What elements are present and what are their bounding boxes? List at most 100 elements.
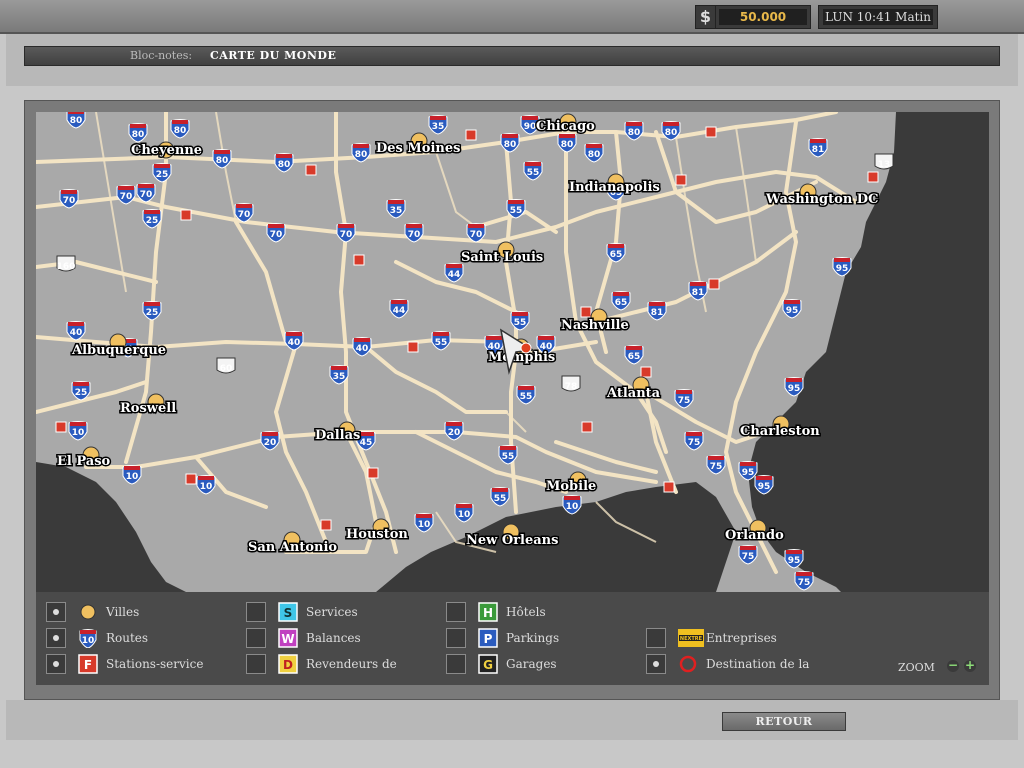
legend-label: Stations-service [106,657,204,671]
highway-number: 65 [610,250,623,260]
destination-marker-icon [520,342,532,354]
fuel-station-icon [705,126,717,138]
highway-number: 10 [200,482,213,492]
highway-number: 10 [566,502,579,512]
fuel-station-icon [663,481,675,493]
map-svg[interactable]: 80 80 80 35 80 90 80 80 80 80 13 80 25 80 80 55 65 70 81 70… [36,112,989,592]
highway-number: 80 [174,126,187,136]
highway-number: 80 [70,116,83,126]
fuel-station-icon [353,254,365,266]
fuel-station-icon [55,421,67,433]
highway-number: 80 [132,130,145,140]
svg-text:H: H [483,606,493,620]
destination-checkbox[interactable] [646,654,666,674]
city-label: Nashville [561,318,629,333]
companies-checkbox[interactable] [646,628,666,648]
fuel-station-icon [708,278,720,290]
zoom-in-button[interactable]: + [964,659,976,672]
interstate-icon: 10 [79,629,97,648]
dealer-checkbox[interactable] [246,654,266,674]
cities-checkbox[interactable] [46,602,66,622]
city-icon [80,604,96,620]
svg-text:10: 10 [82,636,95,646]
city-label: Dallas [315,428,360,443]
interstate-shield-icon: 95 [754,475,774,495]
highway-number: 90 [524,122,537,132]
garages-checkbox[interactable] [446,654,466,674]
city-label: Washington DC [765,192,878,207]
legend-label: Services [306,605,358,619]
world-map[interactable]: 80 80 80 35 80 90 80 80 80 80 13 80 25 80 80 55 65 70 81 70… [36,112,989,592]
highway-number: 70 [63,196,76,206]
weigh-station-icon: W [278,628,298,648]
services-checkbox[interactable] [246,602,266,622]
money-display: $ 50.000 [695,5,811,29]
city-label: Albuquerque [71,343,166,358]
legend-label: Hôtels [506,605,546,619]
highway-number: 70 [140,190,153,200]
highway-number: 95 [786,306,799,316]
city-label: Saint Louis [461,250,543,265]
highway-number: 95 [758,482,771,492]
highway-number: 45 [360,438,373,448]
city-label: Memphis [488,350,555,365]
routes-checkbox[interactable] [46,628,66,648]
highway-number: 55 [514,318,527,328]
highway-number: 95 [742,468,755,478]
svg-text:P: P [484,632,493,646]
fuel-station-icon [185,473,197,485]
dollar-icon: $ [696,6,716,28]
zoom-out-button[interactable]: − [947,659,959,672]
city-label: Cheyenne [131,143,202,158]
legend-label: Garages [506,657,557,671]
city-label: Mobile [546,479,596,494]
city-label: Roswell [120,401,176,416]
fuel-station-icon [580,306,592,318]
highway-number: 10 [458,510,471,520]
highway-number: 65 [628,352,641,362]
highway-number: 70 [340,230,353,240]
highway-number: 44 [448,270,461,280]
highway-number: 44 [393,306,406,316]
fuel-station-icon: F [78,654,98,674]
highway-number: 55 [494,494,507,504]
highway-number: 10 [126,472,139,482]
highway-number: 35 [390,206,403,216]
highway-number: 70 [120,192,133,202]
highway-number: 80 [665,128,678,138]
city-label: Chicago [536,119,595,134]
highway-number: 75 [678,396,691,406]
hotel-icon: H [478,602,498,622]
fuel-checkbox[interactable] [46,654,66,674]
highway-number: 10 [418,520,431,530]
highway-number: 25 [146,308,159,318]
fuel-station-icon [465,129,477,141]
interstate-shield-icon: 95 [738,461,758,481]
fuel-station-icon [867,171,879,183]
highway-number: 80 [628,128,641,138]
svg-text:NEXTRE: NEXTRE [680,636,703,642]
highway-number: 35 [333,372,346,382]
bottom-panel [6,700,1018,740]
parking-icon: P [478,628,498,648]
svg-text:S: S [284,606,293,620]
highway-number: 55 [527,168,540,178]
garage-icon: G [478,654,498,674]
svg-text:W: W [281,632,294,646]
fuel-station-icon [180,209,192,221]
fuel-station-icon [305,164,317,176]
clock-value: LUN 10:41 Matin [823,9,933,25]
highway-number: 80 [278,160,291,170]
highway-number: 60 [220,364,233,374]
notepad-label: Bloc-notes: [130,49,193,62]
highway-number: 81 [692,288,705,298]
hotels-checkbox[interactable] [446,602,466,622]
dealer-icon: D [278,654,298,674]
city-label: Houston [346,527,408,542]
parkings-checkbox[interactable] [446,628,466,648]
back-button[interactable]: RETOUR [722,712,846,731]
weigh-checkbox[interactable] [246,628,266,648]
city-marker[interactable]: Cheyenne [130,141,204,160]
highway-number: 70 [408,230,421,240]
clock-display: LUN 10:41 Matin [818,5,938,29]
